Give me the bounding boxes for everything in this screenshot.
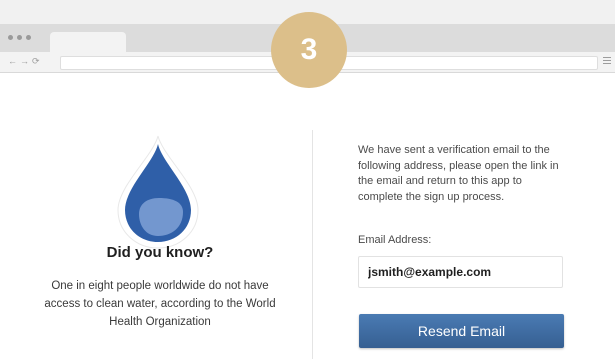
page-content: Did you know? One in eight people worldw… bbox=[0, 74, 615, 359]
window-dot-icon[interactable] bbox=[8, 35, 13, 40]
email-field[interactable] bbox=[358, 256, 563, 288]
step-number: 3 bbox=[300, 33, 318, 66]
window-controls bbox=[8, 35, 31, 40]
step-badge: 3 bbox=[271, 12, 347, 88]
browser-tab[interactable] bbox=[50, 32, 126, 52]
resend-email-button[interactable]: Resend Email bbox=[359, 314, 564, 348]
fact-text: One in eight people worldwide do not hav… bbox=[44, 280, 276, 328]
browser-nav: ← → ⟳ bbox=[8, 56, 40, 67]
fact-title: Did you know? bbox=[106, 244, 214, 261]
window-dot-icon[interactable] bbox=[17, 35, 22, 40]
forward-arrow-icon[interactable]: → bbox=[20, 56, 29, 67]
menu-icon[interactable] bbox=[603, 57, 611, 66]
email-label: Email Address: bbox=[358, 234, 432, 246]
reload-icon[interactable]: ⟳ bbox=[32, 56, 40, 67]
app-stage: 3 ← → ⟳ Did you know? One in eight peopl… bbox=[0, 0, 615, 359]
panel-divider bbox=[312, 130, 313, 359]
water-drop-icon bbox=[117, 134, 199, 250]
window-dot-icon[interactable] bbox=[26, 35, 31, 40]
verification-message: We have sent a verification email to the… bbox=[358, 144, 559, 203]
back-arrow-icon[interactable]: ← bbox=[8, 56, 17, 67]
